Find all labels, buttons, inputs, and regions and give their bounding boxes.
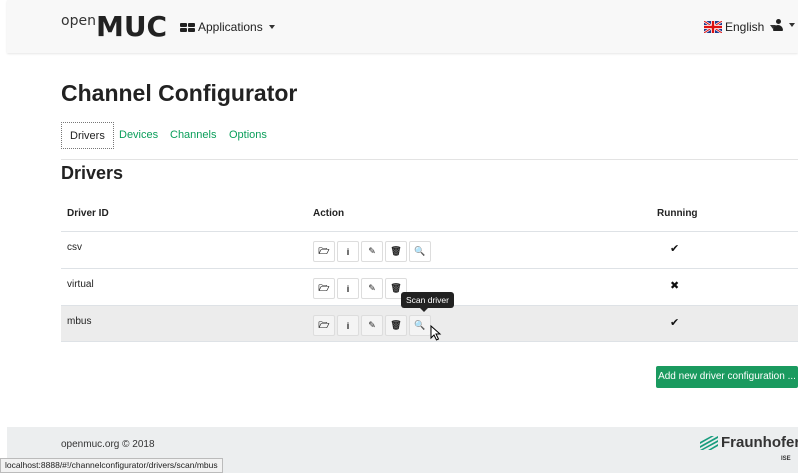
user-menu[interactable] (773, 19, 795, 31)
copyright-text: openmuc.org © 2018 (61, 439, 155, 450)
column-header-driver-id: Driver ID (67, 208, 109, 219)
scan-driver-button[interactable]: 🔍 (409, 241, 431, 262)
edit-driver-button[interactable]: ✎ (361, 241, 383, 262)
row-actions: 🗁 i ✎ 🗑 🔍 (313, 315, 433, 336)
delete-driver-button[interactable]: 🗑 (385, 315, 407, 336)
chevron-down-icon (789, 23, 795, 27)
pencil-icon: ✎ (368, 320, 376, 330)
driver-id: mbus (67, 316, 92, 327)
running-check-icon: ✔ (670, 243, 680, 255)
page-title: Channel Configurator (61, 80, 298, 106)
trash-icon: 🗑 (390, 246, 402, 256)
info-icon: i (346, 320, 350, 331)
trash-icon: 🗑 (390, 283, 402, 293)
driver-info-button[interactable]: i (337, 278, 359, 299)
fraunhofer-stripes-icon (700, 435, 718, 450)
search-icon: 🔍 (414, 246, 426, 256)
language-menu[interactable]: English (704, 20, 777, 34)
fraunhofer-text: Fraunhofer (721, 434, 798, 451)
tab-options[interactable]: Options (229, 122, 267, 149)
logo-muc-text: MUC (95, 10, 168, 43)
language-label: English (725, 20, 765, 34)
chevron-down-icon (268, 25, 275, 29)
openmuc-logo[interactable]: open MUC (61, 12, 167, 42)
column-header-running: Running (657, 208, 698, 219)
running-check-icon: ✔ (670, 317, 680, 329)
applications-menu[interactable]: Applications (180, 20, 275, 34)
mouse-cursor-icon (430, 325, 442, 341)
scan-driver-button[interactable]: 🔍 (409, 315, 431, 336)
edit-driver-button[interactable]: ✎ (361, 278, 383, 299)
logo-open-text: open (61, 13, 96, 29)
uk-flag-icon (704, 21, 722, 33)
top-navbar: open MUC Applications English (7, 0, 798, 53)
info-icon: i (346, 283, 350, 294)
add-driver-button[interactable]: Add new driver configuration ... (656, 366, 798, 388)
fraunhofer-ise-text: ISE (781, 456, 791, 462)
tab-drivers[interactable]: Drivers (61, 122, 114, 149)
user-icon (773, 19, 783, 31)
tab-bar: Drivers Devices Channels Options (61, 122, 798, 160)
status-bar-url: localhost:8888/#!/channelconfigurator/dr… (0, 458, 223, 473)
driver-info-button[interactable]: i (337, 241, 359, 262)
info-icon: i (346, 246, 350, 257)
scan-driver-tooltip: Scan driver (401, 292, 454, 312)
fraunhofer-logo[interactable]: Fraunhofer (700, 434, 798, 451)
pencil-icon: ✎ (368, 246, 376, 256)
not-running-x-icon: ✖ (670, 280, 680, 292)
applications-label: Applications (198, 20, 263, 34)
column-header-action: Action (313, 208, 345, 219)
open-driver-button[interactable]: 🗁 (313, 315, 335, 336)
row-actions: 🗁 i ✎ 🗑 🔍 (313, 241, 433, 262)
pencil-icon: ✎ (368, 283, 376, 293)
tab-channels[interactable]: Channels (170, 122, 216, 149)
tab-devices[interactable]: Devices (119, 122, 158, 149)
open-driver-button[interactable]: 🗁 (313, 241, 335, 262)
section-title: Drivers (61, 163, 124, 183)
open-driver-button[interactable]: 🗁 (313, 278, 335, 299)
driver-id: csv (67, 242, 82, 253)
driver-id: virtual (67, 279, 94, 290)
delete-driver-button[interactable]: 🗑 (385, 241, 407, 262)
folder-icon: 🗁 (318, 282, 330, 293)
edit-driver-button[interactable]: ✎ (361, 315, 383, 336)
row-actions: 🗁 i ✎ 🗑 (313, 278, 409, 299)
trash-icon: 🗑 (390, 320, 402, 330)
search-icon: 🔍 (414, 320, 426, 330)
folder-icon: 🗁 (318, 319, 330, 330)
table-row: csv 🗁 i ✎ 🗑 🔍 ✔ (61, 231, 798, 268)
driver-info-button[interactable]: i (337, 315, 359, 336)
apps-grid-icon (180, 22, 195, 32)
folder-icon: 🗁 (318, 245, 330, 256)
